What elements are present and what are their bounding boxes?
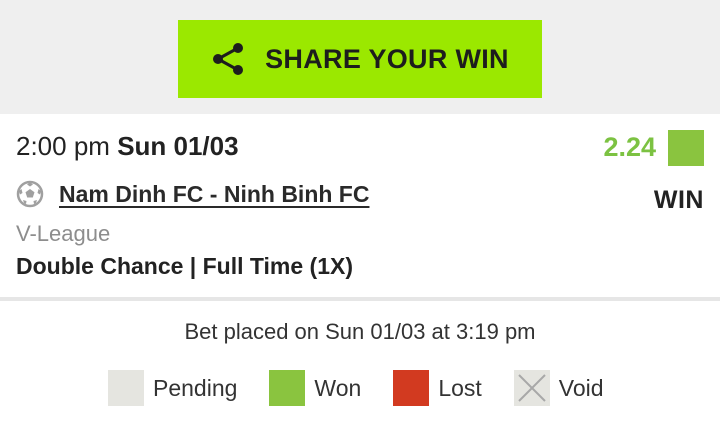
- pending-swatch: [108, 370, 144, 406]
- event-datetime: 2:00 pm Sun 01/03: [16, 131, 239, 162]
- lost-swatch: [393, 370, 430, 406]
- share-your-win-button[interactable]: SHARE YOUR WIN: [178, 20, 542, 98]
- bet-odds: 2.24: [603, 132, 656, 162]
- bet-market: Double Chance | Full Time (1X): [16, 253, 354, 279]
- match-row: Nam Dinh FC - Ninh Binh FC: [16, 180, 369, 208]
- legend-lost: Lost: [393, 370, 482, 406]
- share-button-label: SHARE YOUR WIN: [265, 43, 509, 74]
- cross-icon: [518, 374, 546, 402]
- void-swatch: [513, 370, 550, 406]
- legend-pending: Pending: [108, 370, 237, 406]
- legend-label: Void: [558, 374, 604, 401]
- league-name: V-League: [16, 221, 111, 246]
- bet-placed-text: Bet placed on Sun 01/03 at 3:19 pm: [184, 319, 536, 344]
- event-date: Sun 01/03: [117, 131, 239, 161]
- share-icon: [213, 43, 244, 75]
- bet-card: 2:00 pm Sun 01/03 2.24 WIN Nam Dinh FC -…: [0, 114, 720, 297]
- legend-label: Lost: [438, 374, 482, 401]
- status-legend: Pending Won Lost Void: [108, 370, 604, 406]
- bet-status-indicator: [668, 130, 704, 166]
- share-section: SHARE YOUR WIN: [0, 0, 720, 114]
- legend-label: Pending: [153, 374, 238, 401]
- event-time: 2:00 pm: [16, 131, 110, 161]
- footer: Bet placed on Sun 01/03 at 3:19 pm Pendi…: [0, 301, 720, 422]
- legend-label: Won: [314, 374, 362, 401]
- soccer-ball-icon: [16, 180, 44, 208]
- legend-void: Void: [513, 370, 604, 406]
- match-link[interactable]: Nam Dinh FC - Ninh Binh FC: [59, 181, 369, 208]
- bet-result: WIN: [653, 186, 704, 214]
- legend-won: Won: [269, 370, 361, 406]
- won-swatch: [269, 370, 306, 406]
